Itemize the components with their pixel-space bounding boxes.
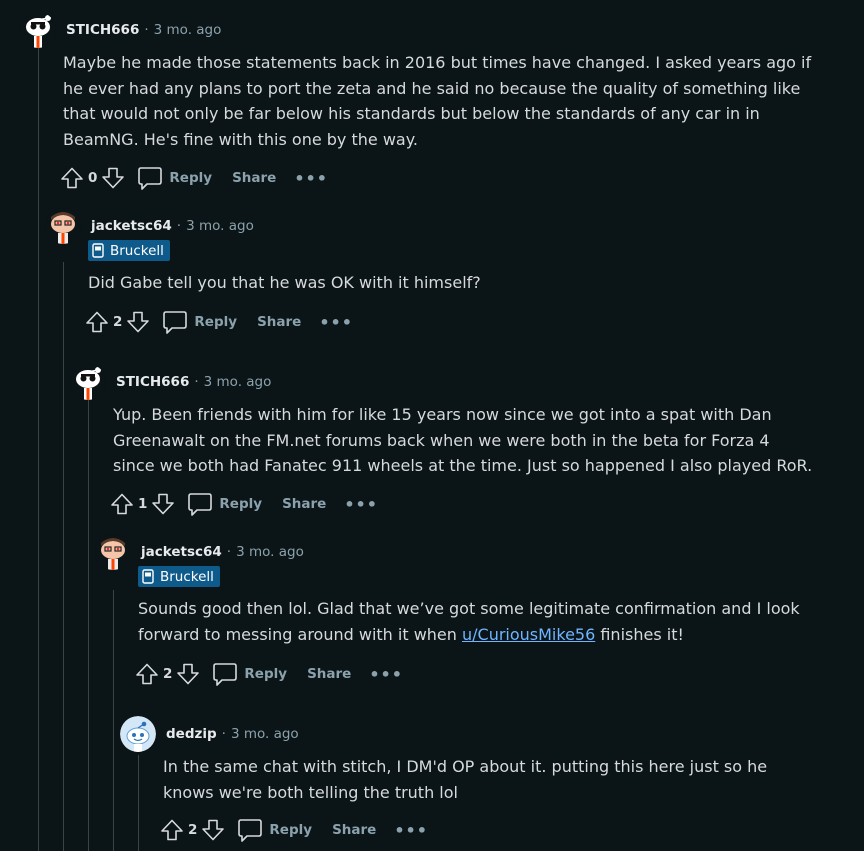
flair-car-icon — [92, 243, 104, 258]
snoo-avatar-icon — [95, 534, 131, 570]
snoo-avatar-icon — [70, 364, 106, 400]
timestamp[interactable]: 3 mo. ago — [154, 22, 222, 38]
snoo-avatar-icon — [20, 12, 56, 48]
comment-actions: 2 Reply Share ••• — [85, 306, 353, 338]
reply-label: Reply — [269, 822, 313, 838]
timestamp[interactable]: 3 mo. ago — [236, 544, 304, 560]
username[interactable]: STICH666 — [66, 22, 139, 38]
downvote-icon[interactable] — [101, 166, 125, 190]
comment-body: Did Gabe tell you that he was OK with it… — [88, 273, 481, 292]
reply-button[interactable]: Reply — [237, 817, 312, 843]
avatar[interactable] — [70, 364, 106, 400]
share-button[interactable]: Share — [307, 666, 351, 682]
downvote-icon[interactable] — [151, 492, 175, 516]
comment-body: Sounds good then lol. Glad that we’ve go… — [138, 596, 818, 647]
reply-button[interactable]: Reply — [212, 661, 287, 687]
flair-label: Bruckell — [160, 568, 214, 585]
user-mention-link[interactable]: u/CuriousMike56 — [462, 625, 595, 644]
separator-dot: · — [221, 726, 226, 742]
comment-body: In the same chat with stitch, I DM'd OP … — [163, 757, 768, 802]
comment-actions: 1 Reply Share ••• — [110, 488, 378, 520]
timestamp[interactable]: 3 mo. ago — [231, 726, 299, 742]
score: 2 — [113, 314, 123, 330]
score: 1 — [138, 496, 148, 512]
downvote-icon[interactable] — [126, 310, 150, 334]
comment-body: Maybe he made those statements back in 2… — [63, 53, 812, 149]
avatar[interactable] — [45, 208, 81, 244]
comment-bubble-icon — [163, 311, 188, 334]
thread-line[interactable] — [63, 262, 64, 851]
downvote-icon[interactable] — [201, 818, 225, 842]
username[interactable]: jacketsc64 — [91, 218, 172, 234]
downvote-icon[interactable] — [176, 662, 200, 686]
separator-dot: · — [176, 218, 182, 234]
avatar[interactable] — [95, 534, 131, 570]
share-button[interactable]: Share — [282, 496, 326, 512]
comment-text: finishes it! — [595, 624, 684, 644]
score: 0 — [88, 170, 98, 186]
username[interactable]: jacketsc64 — [141, 544, 222, 560]
timestamp[interactable]: 3 mo. ago — [204, 374, 272, 390]
reply-button[interactable]: Reply — [162, 309, 237, 335]
avatar[interactable] — [120, 716, 156, 752]
share-button[interactable]: Share — [332, 822, 376, 838]
upvote-icon[interactable] — [60, 166, 84, 190]
share-button[interactable]: Share — [232, 170, 276, 186]
upvote-icon[interactable] — [160, 818, 184, 842]
username[interactable]: STICH666 — [116, 374, 189, 390]
thread-line[interactable] — [138, 755, 139, 851]
reply-label: Reply — [194, 314, 238, 330]
thread-line[interactable] — [38, 48, 39, 851]
comment-bubble-icon — [238, 819, 263, 842]
upvote-icon[interactable] — [85, 310, 109, 334]
snoo-avatar-icon — [45, 208, 81, 244]
more-options-icon[interactable]: ••• — [394, 821, 428, 840]
reply-label: Reply — [169, 170, 213, 186]
user-flair[interactable]: Bruckell — [88, 240, 170, 261]
thread-line[interactable] — [88, 400, 89, 851]
avatar[interactable] — [20, 12, 56, 48]
comment-actions: 2 Reply Share ••• — [135, 658, 403, 690]
comment: STICH666 · 3 mo. ago Maybe he made those… — [20, 12, 864, 190]
separator-dot: · — [226, 544, 232, 560]
score: 2 — [188, 822, 198, 838]
more-options-icon[interactable]: ••• — [319, 313, 353, 332]
comment-bubble-icon — [213, 663, 238, 686]
upvote-icon[interactable] — [135, 662, 159, 686]
timestamp[interactable]: 3 mo. ago — [186, 218, 254, 234]
separator-dot: · — [194, 374, 199, 390]
comment-header: dedzip · 3 mo. ago — [120, 716, 864, 752]
username[interactable]: dedzip — [166, 726, 217, 742]
comment: STICH666 · 3 mo. ago Yup. Been friends w… — [70, 364, 864, 516]
comment: jacketsc64 · 3 mo. ago Bruckell Sounds g… — [95, 534, 864, 686]
separator-dot: · — [144, 22, 149, 38]
comment: jacketsc64 · 3 mo. ago Bruckell Did Gabe… — [45, 208, 864, 334]
more-options-icon[interactable]: ••• — [344, 495, 378, 514]
more-options-icon[interactable]: ••• — [369, 665, 403, 684]
comment-header: jacketsc64 · 3 mo. ago — [95, 534, 864, 570]
reply-button[interactable]: Reply — [187, 491, 262, 517]
snoo-avatar-icon — [120, 716, 156, 752]
reply-label: Reply — [244, 666, 288, 682]
thread-line[interactable] — [113, 590, 114, 851]
share-button[interactable]: Share — [257, 314, 301, 330]
comment: dedzip · 3 mo. ago In the same chat with… — [120, 716, 864, 842]
comment-body: Yup. Been friends with him for like 15 y… — [113, 405, 813, 475]
comment-actions: 0 Reply Share ••• — [60, 162, 328, 194]
comment-bubble-icon — [138, 167, 163, 190]
comment-header: STICH666 · 3 mo. ago — [20, 12, 864, 48]
comment-header: jacketsc64 · 3 mo. ago — [45, 208, 864, 244]
reply-button[interactable]: Reply — [137, 165, 212, 191]
user-flair[interactable]: Bruckell — [138, 566, 220, 587]
reply-label: Reply — [219, 496, 263, 512]
comment-actions: 2 Reply Share ••• — [160, 814, 428, 846]
more-options-icon[interactable]: ••• — [294, 169, 328, 188]
comment-bubble-icon — [188, 493, 213, 516]
comment-header: STICH666 · 3 mo. ago — [70, 364, 864, 400]
flair-car-icon — [142, 569, 154, 584]
flair-label: Bruckell — [110, 242, 164, 259]
upvote-icon[interactable] — [110, 492, 134, 516]
score: 2 — [163, 666, 173, 682]
